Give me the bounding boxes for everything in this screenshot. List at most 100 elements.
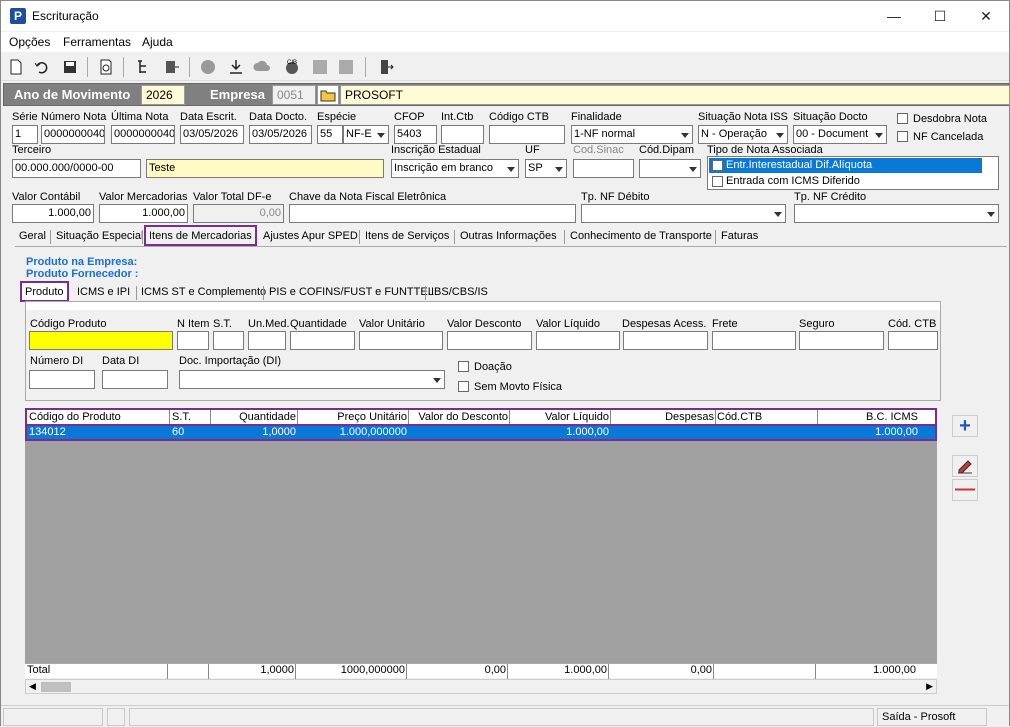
scroll-thumb[interactable] [41, 682, 71, 692]
menu-ferramentas[interactable]: Ferramentas [63, 35, 131, 49]
uf-select[interactable]: SP [525, 159, 567, 178]
folder-open-icon[interactable] [317, 85, 339, 105]
numero-di-input[interactable] [29, 370, 95, 389]
tab-geral[interactable]: Geral [16, 227, 49, 246]
minimize-button[interactable]: — [871, 1, 917, 31]
seguro-input[interactable] [799, 331, 884, 350]
grid-col-desconto[interactable]: Valor do Desconto [411, 411, 508, 423]
grid-col-codigo[interactable]: Código do Produto [29, 411, 121, 423]
tab-conhecimento-transporte[interactable]: Conhecimento de Transporte [567, 227, 715, 246]
terceiro-code-input[interactable]: 00.000.000/0000-00 [12, 159, 141, 178]
sem-movto-checkbox[interactable] [458, 381, 469, 392]
tipo-nota-item-1-checkbox[interactable] [712, 160, 723, 171]
numero-nota-input[interactable]: 0000000040 [41, 125, 105, 144]
data-di-input[interactable] [102, 370, 168, 389]
chave-input[interactable] [289, 204, 576, 223]
un-med-input[interactable] [248, 331, 286, 350]
tree-icon[interactable] [135, 58, 153, 76]
ultima-nota-input[interactable]: 0000000040 [111, 125, 175, 144]
codigo-ctb-input[interactable] [489, 125, 565, 144]
tipo-nota-item-1[interactable]: Entr.Interestadual Dif.Alíquota [709, 158, 982, 173]
undo-icon[interactable] [33, 58, 51, 76]
grid-col-st[interactable]: S.T. [172, 411, 191, 423]
tab-situacao-especial[interactable]: Situação Especial [53, 227, 146, 246]
situacao-docto-select[interactable]: 00 - Document [793, 125, 887, 144]
add-item-button[interactable]: + [952, 415, 978, 437]
n-item-input[interactable] [177, 331, 209, 350]
download-icon[interactable] [227, 58, 245, 76]
desdobra-nota-checkbox[interactable] [897, 113, 908, 124]
tab-outras-informacoes[interactable]: Outras Informações [457, 227, 560, 246]
tab-itens-servicos[interactable]: Itens de Serviços [362, 227, 452, 246]
grid-col-preco[interactable]: Preço Unitário [300, 411, 407, 423]
int-ctb-input[interactable] [441, 125, 484, 144]
grid-col-quantidade[interactable]: Quantidade [213, 411, 296, 423]
print-preview-icon[interactable] [97, 58, 115, 76]
edit-item-button[interactable] [952, 455, 978, 477]
subtab-ibs-cbs-is[interactable]: IBS/CBS/IS [428, 283, 491, 302]
doc-importacao-select[interactable] [179, 370, 445, 389]
maximize-button[interactable]: ☐ [917, 1, 963, 31]
tipo-nota-item-2[interactable]: Entrada com ICMS Diferido [709, 174, 982, 189]
cod-sinac-input[interactable] [573, 159, 634, 178]
menu-ajuda[interactable]: Ajuda [142, 35, 173, 49]
tipo-nota-item-2-checkbox[interactable] [712, 176, 723, 187]
menu-opcoes[interactable]: Opções [9, 35, 50, 49]
valor-contabil-input[interactable]: 1.000,00 [12, 204, 94, 223]
frete-input[interactable] [712, 331, 796, 350]
tab-itens-mercadorias[interactable]: Itens de Mercadorias [144, 225, 257, 246]
remove-item-button[interactable]: — [952, 479, 978, 501]
chevron-down-icon [678, 126, 692, 143]
situacao-iss-select[interactable]: N - Operação [698, 125, 788, 144]
quantidade-input[interactable] [290, 331, 355, 350]
subtab-icms-st[interactable]: ICMS ST e Complemento [138, 283, 269, 302]
produto-fornecedor-label: Produto Fornecedor : [26, 268, 139, 280]
cod-dipam-select[interactable] [639, 159, 701, 178]
grid-col-despesas[interactable]: Despesas [613, 411, 714, 423]
valor-total-dfe-input[interactable]: 0,00 [193, 204, 284, 223]
exit-door-icon[interactable] [377, 58, 395, 76]
valor-liquido-input[interactable] [536, 331, 620, 350]
inscricao-select[interactable]: Inscrição em branco [391, 159, 519, 178]
serie-input[interactable]: 1 [12, 125, 38, 144]
finalidade-select[interactable]: 1-NF normal [571, 125, 693, 144]
ano-field[interactable]: 2026 [141, 85, 185, 105]
nf-cancelada-checkbox[interactable] [897, 131, 908, 142]
scroll-left-icon[interactable]: ◀ [29, 681, 36, 692]
total-desconto: 0,00 [484, 664, 506, 676]
tp-credito-select[interactable] [794, 204, 999, 223]
cfop-input[interactable]: 5403 [394, 125, 437, 144]
horizontal-scrollbar[interactable]: ◀ ▶ [25, 679, 937, 694]
empresa-code-field[interactable]: 0051 [272, 85, 316, 105]
st-input[interactable] [213, 331, 244, 350]
data-escrit-input[interactable]: 03/05/2026 [180, 125, 244, 144]
new-document-icon[interactable] [7, 58, 25, 76]
table-row[interactable]: 134012 60 1,0000 1.000,000000 1.000,00 1… [25, 426, 937, 441]
grid-col-liquido[interactable]: Valor Líquido [512, 411, 609, 423]
terceiro-name-input[interactable]: Teste [146, 159, 384, 178]
codigo-produto-input[interactable] [29, 331, 173, 350]
save-icon[interactable] [61, 58, 79, 76]
tipo-nota-list[interactable]: Entr.Interestadual Dif.Alíquota Entrada … [707, 156, 999, 190]
valor-desconto-input[interactable] [447, 331, 532, 350]
grid-col-bc-icms[interactable]: B.C. ICMS [820, 411, 918, 423]
valor-mercadorias-input[interactable]: 1.000,00 [99, 204, 188, 223]
especie-code-input[interactable]: 55 [317, 125, 343, 144]
doacao-checkbox[interactable] [458, 361, 469, 372]
tab-faturas[interactable]: Faturas [718, 227, 761, 246]
valor-unitario-input[interactable] [359, 331, 443, 350]
subtab-pis-cofins[interactable]: PIS e COFINS/FUST e FUNTTEL [266, 283, 437, 302]
especie-select[interactable]: NF-E [343, 125, 389, 144]
despesas-input[interactable] [623, 331, 708, 350]
subtab-icms-ipi[interactable]: ICMS e IPI [74, 283, 133, 302]
cib-money-icon[interactable]: CIB [283, 58, 301, 76]
tab-ajustes-apur-sped[interactable]: Ajustes Apur SPED [260, 227, 361, 246]
scroll-right-icon[interactable]: ▶ [926, 681, 933, 692]
cod-ctb-input[interactable] [888, 331, 938, 350]
data-docto-input[interactable]: 03/05/2026 [249, 125, 312, 144]
export-icon[interactable] [163, 58, 181, 76]
subtab-produto[interactable]: Produto [20, 281, 69, 302]
tp-debito-select[interactable] [581, 204, 786, 223]
grid-col-cod-ctb[interactable]: Cód.CTB [717, 411, 762, 423]
close-button[interactable]: ✕ [963, 1, 1009, 31]
